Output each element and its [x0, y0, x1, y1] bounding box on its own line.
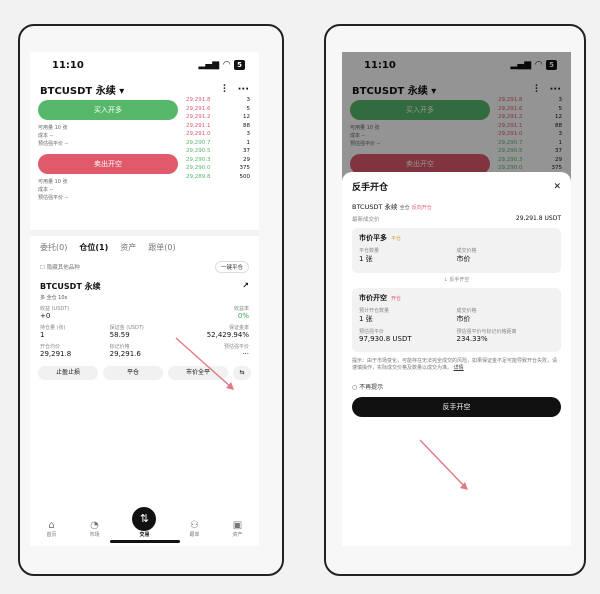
- arrow-left: [175, 337, 233, 389]
- annotation-arrows: [175, 337, 468, 490]
- arrow-right: [419, 439, 467, 489]
